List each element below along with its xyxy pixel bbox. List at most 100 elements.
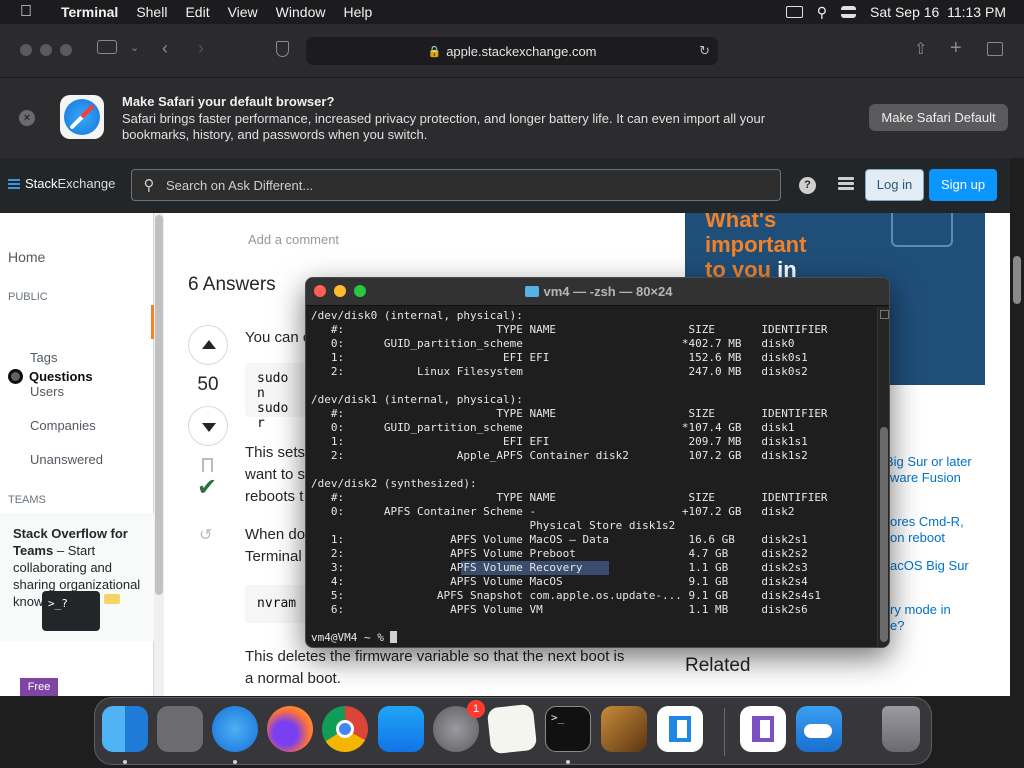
nav-questions[interactable]: Questions [8, 369, 93, 384]
stackexchange-logo[interactable]: StackExchange [8, 176, 115, 191]
linked-question[interactable]: ores Cmd-R, [890, 514, 964, 530]
forward-button[interactable]: › [198, 38, 204, 59]
linked-question[interactable]: ry mode in [890, 602, 951, 618]
firefox-icon[interactable] [267, 706, 313, 752]
vscode-icon[interactable] [657, 706, 703, 752]
ad-text: What's [705, 213, 777, 232]
site-switcher-icon[interactable] [838, 177, 854, 193]
share-icon[interactable]: ⇧ [914, 39, 927, 59]
window-minimize-button[interactable] [40, 44, 52, 56]
sidebar-scrollbar[interactable] [154, 213, 164, 696]
history-icon[interactable]: ↺ [199, 525, 212, 545]
safari-logo-icon [60, 95, 104, 139]
terminal-titlebar[interactable]: vm4 — -zsh — 80×24 [306, 278, 889, 306]
terminal-window[interactable]: vm4 — -zsh — 80×24 /dev/disk0 (internal,… [305, 277, 890, 648]
terminal-line: 4: APFS Volume MacOS 9.1 GB disk2s4 [311, 575, 808, 588]
terminal-line: 6: APFS Volume VM 1.1 MB disk2s6 [311, 603, 808, 616]
help-icon[interactable]: ? [799, 177, 816, 194]
stackexchange-logo-icon [8, 178, 20, 189]
linked-question[interactable]: e? [890, 618, 904, 634]
banner-close-button[interactable]: × [19, 110, 35, 126]
chrome-icon[interactable] [322, 706, 368, 752]
window-zoom-button[interactable] [60, 44, 72, 56]
accepted-check-icon: ✔ [197, 474, 218, 501]
reload-icon[interactable]: ↻ [699, 43, 710, 59]
menu-app-terminal[interactable]: Terminal [52, 4, 127, 20]
terminal-line: /dev/disk2 (synthesized): [311, 477, 477, 490]
terminal-line: /dev/disk1 (internal, physical): [311, 393, 523, 406]
site-search-input[interactable]: ⚲ Search on Ask Different... [131, 169, 781, 201]
menu-view[interactable]: View [219, 4, 267, 20]
finder-icon[interactable] [102, 706, 148, 752]
linked-question[interactable]: Big Sur or later [885, 454, 972, 470]
linked-question[interactable]: acOS Big Sur [890, 558, 969, 574]
answer-text: Terminal [245, 548, 302, 565]
menu-edit[interactable]: Edit [176, 4, 218, 20]
app-store-icon[interactable] [378, 706, 424, 752]
terminal-output[interactable]: /dev/disk0 (internal, physical): #: TYPE… [311, 309, 877, 647]
safari-icon[interactable] [212, 706, 258, 752]
menu-help[interactable]: Help [334, 4, 381, 20]
bookmark-icon[interactable] [202, 458, 213, 472]
page-scrollbar[interactable] [1010, 158, 1024, 696]
menu-clock[interactable]: Sat Sep 16 11:13 PM [870, 4, 1006, 20]
spotlight-search-icon[interactable]: ⚲ [817, 4, 827, 21]
chat-bubble-icon [104, 594, 120, 604]
terminal-line: 0: APFS Container Scheme - +107.2 GB dis… [311, 505, 795, 518]
system-preferences-icon[interactable]: 1 [433, 700, 485, 752]
make-safari-default-button[interactable]: Make Safari Default [869, 104, 1008, 131]
downvote-button[interactable] [188, 406, 228, 446]
display-mirroring-icon[interactable] [785, 6, 803, 18]
weather-icon[interactable] [796, 706, 842, 752]
menu-window[interactable]: Window [267, 4, 335, 20]
garageband-icon[interactable] [601, 706, 647, 752]
nav-section-public: PUBLIC [8, 291, 48, 303]
globe-icon [8, 369, 23, 384]
control-center-icon[interactable] [841, 6, 857, 18]
sidebar-toggle-icon[interactable] [97, 40, 117, 54]
nav-companies[interactable]: Companies [30, 418, 96, 433]
terminal-cursor [390, 631, 398, 643]
privacy-shield-icon[interactable] [276, 41, 289, 57]
chevron-down-icon[interactable]: ⌄ [130, 41, 139, 54]
linked-question[interactable]: on reboot [890, 530, 945, 546]
dock-separator [724, 708, 725, 756]
terminal-icon[interactable]: >_ [545, 706, 591, 752]
nav-home[interactable]: Home [8, 249, 45, 265]
answer-text: a normal boot. [245, 670, 341, 687]
address-bar[interactable]: 🔒 apple.stackexchange.com ↻ [306, 37, 718, 65]
visual-studio-icon[interactable] [740, 706, 786, 752]
nav-unanswered[interactable]: Unanswered [30, 452, 103, 467]
window-close-button[interactable] [20, 44, 32, 56]
code-block: nvram [245, 585, 305, 623]
answer-text: When do [245, 526, 306, 543]
add-comment-link[interactable]: Add a comment [248, 232, 339, 247]
launchpad-icon[interactable] [157, 706, 203, 752]
nav-tags[interactable]: Tags [30, 350, 57, 365]
trash-icon[interactable] [882, 706, 920, 752]
signup-button[interactable]: Sign up [929, 169, 997, 201]
linked-question[interactable]: ware Fusion [890, 470, 961, 486]
free-badge[interactable]: Free [20, 678, 58, 696]
running-indicator [566, 760, 570, 764]
terminal-prompt: vm4@VM4 ~ % [311, 631, 877, 645]
nav-users[interactable]: Users [30, 384, 64, 399]
upvote-button[interactable] [188, 325, 228, 365]
terminal-line: /dev/disk0 (internal, physical): [311, 309, 523, 322]
terminal-line: 0: GUID_partition_scheme *107.4 GB disk1 [311, 421, 795, 434]
login-button[interactable]: Log in [865, 169, 924, 201]
terminal-title: vm4 — -zsh — 80×24 [306, 284, 889, 299]
new-tab-icon[interactable]: + [950, 37, 962, 60]
back-button[interactable]: ‹ [162, 38, 168, 59]
menu-shell[interactable]: Shell [127, 4, 176, 20]
terminal-scrollbar[interactable] [877, 307, 889, 647]
terminal-line: #: TYPE NAME SIZE IDENTIFIER [311, 491, 828, 504]
textedit-icon[interactable] [486, 703, 538, 755]
tab-overview-icon[interactable] [987, 42, 1003, 56]
apple-menu-icon[interactable]:  [0, 3, 52, 21]
terminal-line: 2: Apple_APFS Container disk2 107.2 GB d… [311, 449, 808, 462]
menu-bar:  Terminal Shell Edit View Window Help ⚲… [0, 0, 1024, 24]
terminal-prompt-text: vm4@VM4 ~ % [311, 631, 391, 644]
terminal-line: 2: Linux Filesystem 247.0 MB disk0s2 [311, 365, 808, 378]
